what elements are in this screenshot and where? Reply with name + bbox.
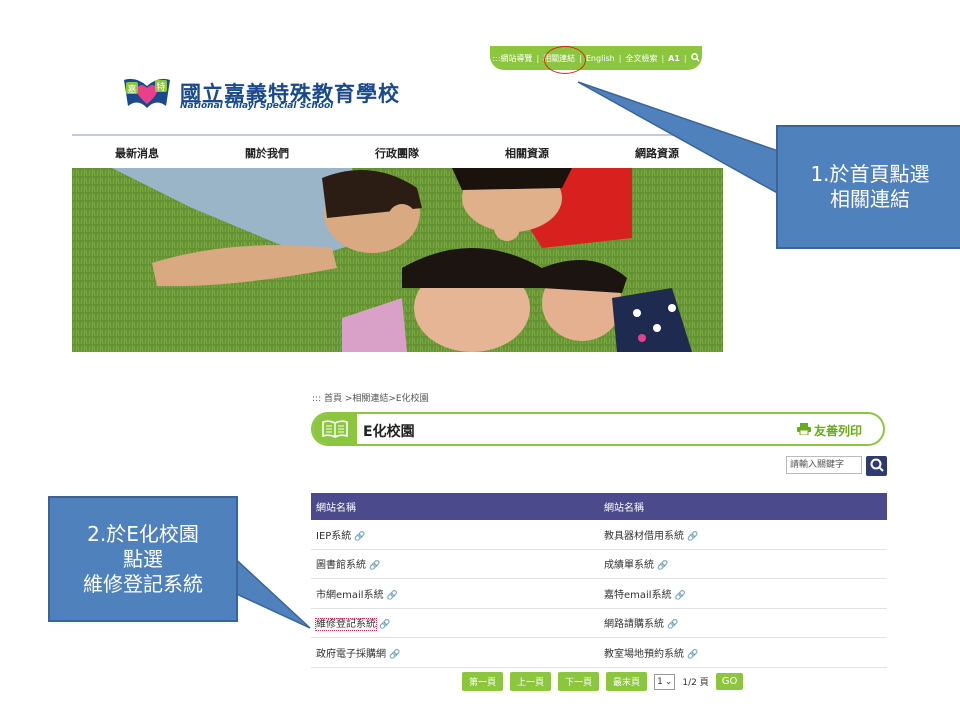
table-cell-link[interactable]: 網路請購系統 🔗 (599, 615, 887, 630)
callout-1-line-2: 相關連結 (830, 187, 910, 211)
search-icon (870, 457, 884, 476)
column-header: 網站名稱 (604, 503, 644, 514)
callout-2-line-1: 2.於E化校園 (87, 521, 199, 546)
callout-2-line-3: 維修登記系統 (83, 571, 203, 596)
links-table: 網站名稱 網站名稱 IEP系統 🔗 教具器材借用系統 🔗 圖書館系統 🔗 成績單系統 🔗… (311, 493, 887, 668)
table-row: 市網email系統 🔗 嘉特email系統 🔗 (311, 579, 887, 609)
table-cell-link[interactable]: 教具器材借用系統 🔗 (599, 527, 887, 542)
link-label[interactable]: 成績單系統 (604, 560, 654, 571)
last-page-button[interactable]: 最末頁 (606, 672, 648, 691)
external-link-icon: 🔗 (687, 531, 699, 542)
external-link-icon: 🔗 (386, 590, 398, 601)
external-link-icon: 🔗 (687, 649, 699, 660)
chevron-down-icon: ⌄ (664, 676, 673, 687)
external-link-icon: 🔗 (667, 620, 679, 631)
next-page-button[interactable]: 下一頁 (558, 672, 600, 691)
link-label[interactable]: IEP系統 (316, 531, 351, 542)
callout-1-line-1: 1.於首頁點選 (810, 162, 930, 186)
external-link-icon: 🔗 (379, 620, 391, 631)
external-link-icon: 🔗 (389, 649, 401, 660)
column-header: 網站名稱 (316, 503, 356, 514)
external-link-icon: 🔗 (354, 531, 366, 542)
link-label[interactable]: 嘉特email系統 (604, 590, 672, 601)
search-button[interactable] (866, 456, 887, 476)
link-label[interactable]: 教室場地預約系統 (604, 649, 684, 660)
breadcrumb[interactable]: ::: 首頁 >相關連結>E化校園 (312, 391, 429, 404)
instruction-callout-1: 1.於首頁點選 相關連結 (776, 125, 960, 249)
pagination: 第一頁 上一頁 下一頁 最末頁 1 ⌄ 1/2 頁 GO (462, 672, 744, 691)
go-button[interactable]: GO (715, 673, 744, 690)
link-label[interactable]: 網路請購系統 (604, 619, 664, 630)
table-row: 維修登記系統 🔗 網路請購系統 🔗 (311, 609, 887, 638)
printer-icon (797, 423, 811, 438)
print-button[interactable]: 友善列印 (797, 422, 862, 439)
page-title: E化校園 (363, 424, 415, 440)
link-label[interactable]: 市網email系統 (316, 590, 384, 601)
table-cell-link[interactable]: 維修登記系統 🔗 (311, 615, 599, 632)
link-label[interactable]: 政府電子採購網 (316, 649, 386, 660)
table-cell-link[interactable]: 教室場地預約系統 🔗 (599, 645, 887, 660)
external-link-icon: 🔗 (657, 561, 669, 572)
instruction-callout-2: 2.於E化校園 點選 維修登記系統 (48, 496, 238, 622)
table-cell-link[interactable]: 圖書館系統 🔗 (311, 556, 599, 571)
first-page-button[interactable]: 第一頁 (462, 672, 504, 691)
table-row: 政府電子採購網 🔗 教室場地預約系統 🔗 (311, 638, 887, 668)
callout-2-line-2: 點選 (123, 546, 163, 571)
prev-page-button[interactable]: 上一頁 (510, 672, 552, 691)
book-icon (313, 414, 357, 444)
search-input[interactable]: 請輸入關鍵字 (786, 456, 862, 474)
table-cell-link[interactable]: 市網email系統 🔗 (311, 586, 599, 601)
link-label[interactable]: 圖書館系統 (316, 560, 366, 571)
page-select-value: 1 (657, 676, 663, 687)
table-cell-link[interactable]: 政府電子採購網 🔗 (311, 645, 599, 660)
external-link-icon: 🔗 (369, 561, 381, 572)
link-label[interactable]: 教具器材借用系統 (604, 531, 684, 542)
page-select[interactable]: 1 ⌄ (654, 673, 676, 690)
table-cell-link[interactable]: 成績單系統 🔗 (599, 556, 887, 571)
link-label-repair-system[interactable]: 維修登記系統 (315, 618, 377, 632)
table-row: 圖書館系統 🔗 成績單系統 🔗 (311, 550, 887, 579)
table-row: IEP系統 🔗 教具器材借用系統 🔗 (311, 520, 887, 550)
table-header: 網站名稱 網站名稱 (311, 493, 887, 520)
table-cell-link[interactable]: 嘉特email系統 🔗 (599, 586, 887, 601)
page-total: 1/2 頁 (682, 678, 709, 688)
external-link-icon: 🔗 (674, 590, 686, 601)
print-label: 友善列印 (814, 424, 863, 438)
table-cell-link[interactable]: IEP系統 🔗 (311, 527, 599, 542)
